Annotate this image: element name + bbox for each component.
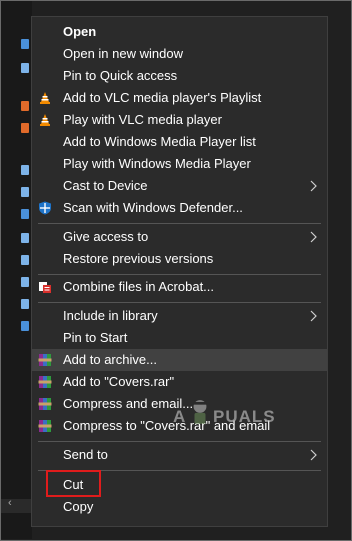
menu-item-compress-covers-email[interactable]: Compress to "Covers.rar" and email bbox=[32, 415, 327, 437]
menu-item-open-new-window[interactable]: Open in new window bbox=[32, 43, 327, 65]
menu-item-restore-versions[interactable]: Restore previous versions bbox=[32, 248, 327, 270]
acrobat-combine-icon bbox=[39, 282, 51, 293]
winrar-books-icon bbox=[38, 398, 52, 410]
menu-item-cast-to-device[interactable]: Cast to Device bbox=[32, 175, 327, 197]
menu-item-pin-quick-access[interactable]: Pin to Quick access bbox=[32, 65, 327, 87]
file-icon[interactable] bbox=[21, 165, 29, 175]
cut-highlight-box bbox=[46, 470, 101, 497]
explorer-file-list-strip bbox=[1, 1, 32, 539]
file-icon[interactable] bbox=[21, 39, 29, 49]
menu-item-label: Add to "Covers.rar" bbox=[63, 374, 175, 389]
chevron-right-icon bbox=[310, 449, 317, 461]
menu-item-give-access[interactable]: Give access to bbox=[32, 226, 327, 248]
file-icon[interactable] bbox=[21, 101, 29, 111]
menu-separator bbox=[38, 274, 321, 275]
windows-defender-shield-icon bbox=[39, 201, 51, 215]
winrar-books-icon bbox=[38, 354, 52, 366]
menu-item-scan-defender[interactable]: Scan with Windows Defender... bbox=[32, 197, 327, 219]
file-icon[interactable] bbox=[21, 123, 29, 133]
vlc-cone-icon bbox=[40, 92, 50, 104]
menu-item-label: Send to bbox=[63, 447, 108, 462]
menu-item-label: Scan with Windows Defender... bbox=[63, 200, 243, 215]
menu-item-label: Compress and email... bbox=[63, 396, 194, 411]
winrar-books-icon bbox=[38, 376, 52, 388]
file-icon[interactable] bbox=[21, 233, 29, 243]
file-icon[interactable] bbox=[21, 187, 29, 197]
menu-item-label: Play with VLC media player bbox=[63, 112, 222, 127]
file-icon[interactable] bbox=[21, 255, 29, 265]
menu-item-label: Add to Windows Media Player list bbox=[63, 134, 256, 149]
context-menu: Open Open in new window Pin to Quick acc… bbox=[31, 16, 328, 527]
menu-item-label: Pin to Start bbox=[63, 330, 128, 345]
menu-item-label: Compress to "Covers.rar" and email bbox=[63, 418, 271, 433]
menu-item-label: Combine files in Acrobat... bbox=[63, 279, 215, 294]
chevron-right-icon bbox=[310, 231, 317, 243]
menu-item-label: Play with Windows Media Player bbox=[63, 156, 251, 171]
menu-item-label: Give access to bbox=[63, 229, 149, 244]
menu-item-send-to[interactable]: Send to bbox=[32, 444, 327, 466]
horizontal-scrollbar[interactable] bbox=[1, 499, 31, 513]
file-icon[interactable] bbox=[21, 209, 29, 219]
menu-item-label: Restore previous versions bbox=[63, 251, 214, 266]
menu-item-label: Cast to Device bbox=[63, 178, 148, 193]
menu-item-vlc-add-playlist[interactable]: Add to VLC media player's Playlist bbox=[32, 87, 327, 109]
chevron-right-icon bbox=[310, 180, 317, 192]
file-icon[interactable] bbox=[21, 277, 29, 287]
menu-item-add-archive[interactable]: Add to archive... bbox=[32, 349, 327, 371]
menu-separator bbox=[38, 302, 321, 303]
menu-item-wmp-add-list[interactable]: Add to Windows Media Player list bbox=[32, 131, 327, 153]
file-icon[interactable] bbox=[21, 321, 29, 331]
menu-item-include-library[interactable]: Include in library bbox=[32, 305, 327, 327]
menu-separator bbox=[38, 223, 321, 224]
menu-item-open[interactable]: Open bbox=[32, 21, 327, 43]
menu-item-combine-acrobat[interactable]: Combine files in Acrobat... bbox=[32, 276, 327, 298]
menu-item-label: Open bbox=[63, 24, 97, 39]
menu-separator bbox=[38, 441, 321, 442]
winrar-books-icon bbox=[38, 420, 52, 432]
menu-item-pin-start[interactable]: Pin to Start bbox=[32, 327, 327, 349]
menu-item-label: Open in new window bbox=[63, 46, 183, 61]
menu-item-label: Pin to Quick access bbox=[63, 68, 178, 83]
menu-item-label: Copy bbox=[63, 499, 94, 514]
menu-item-copy[interactable]: Copy bbox=[32, 496, 327, 518]
file-icon[interactable] bbox=[21, 63, 29, 73]
menu-item-label: Add to VLC media player's Playlist bbox=[63, 90, 262, 105]
menu-item-label: Add to archive... bbox=[63, 352, 157, 367]
menu-item-add-to-covers-rar[interactable]: Add to "Covers.rar" bbox=[32, 371, 327, 393]
scroll-left-arrow-icon[interactable]: ‹ bbox=[8, 497, 12, 509]
vlc-cone-icon bbox=[40, 114, 50, 126]
chevron-right-icon bbox=[310, 310, 317, 322]
menu-item-wmp-play[interactable]: Play with Windows Media Player bbox=[32, 153, 327, 175]
file-icon[interactable] bbox=[21, 299, 29, 309]
menu-item-compress-email[interactable]: Compress and email... bbox=[32, 393, 327, 415]
menu-item-vlc-play[interactable]: Play with VLC media player bbox=[32, 109, 327, 131]
menu-item-label: Include in library bbox=[63, 308, 158, 323]
